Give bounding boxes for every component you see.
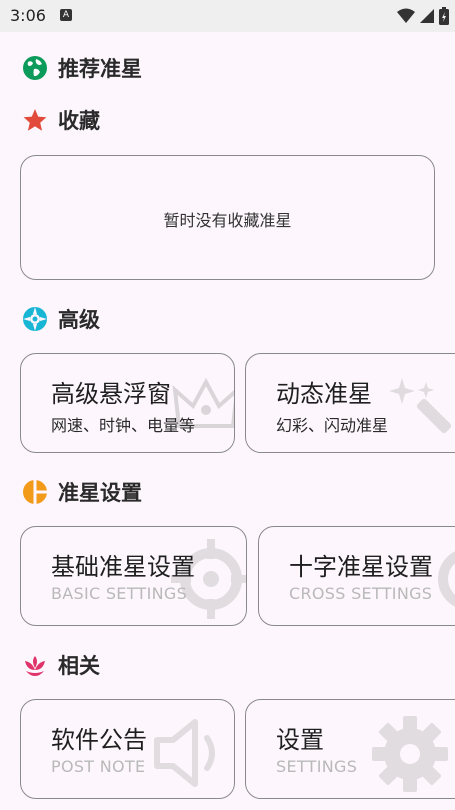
dynamic-crosshair-subtitle: 幻彩、闪动准星: [276, 416, 389, 435]
cross-settings-title: 十字准星设置: [289, 553, 433, 581]
floating-window-card[interactable]: 高级悬浮窗 网速、时钟、电量等: [20, 353, 235, 453]
section-related: 相关: [22, 650, 100, 680]
favorites-empty-text: 暂时没有收藏准星: [163, 211, 292, 230]
pie-chart-icon: [23, 480, 47, 504]
section-crosshair-settings: 准星设置: [22, 477, 142, 507]
wifi-icon: [397, 8, 415, 23]
speaker-icon: [154, 719, 215, 787]
section-recommended[interactable]: 推荐准星: [22, 53, 142, 83]
basic-settings-card[interactable]: 基础准星设置 BASIC SETTINGS: [20, 526, 247, 626]
floating-window-subtitle: 网速、时钟、电量等: [51, 416, 196, 435]
section-title-related: 相关: [58, 654, 100, 678]
cross-settings-card[interactable]: 十字准星设置 CROSS SETTINGS: [258, 526, 455, 626]
section-title-favorites: 收藏: [58, 109, 100, 133]
settings-title: 设置: [276, 726, 324, 754]
section-advanced: 高级: [22, 304, 100, 334]
section-title-advanced: 高级: [58, 308, 100, 332]
post-note-title: 软件公告: [51, 726, 147, 754]
section-favorites: 收藏: [22, 105, 100, 135]
section-title-recommended: 推荐准星: [58, 57, 142, 81]
dynamic-crosshair-title: 动态准星: [276, 380, 372, 408]
section-title-crosshair-settings: 准星设置: [58, 481, 142, 505]
notification-icon: A: [60, 9, 72, 21]
star-icon: [23, 109, 47, 131]
globe-icon: [23, 56, 47, 80]
status-time: 3:06: [10, 6, 46, 25]
battery-icon: [439, 7, 449, 25]
lotus-icon: [25, 656, 45, 676]
magic-wand-icon: [389, 378, 452, 434]
lifebuoy-icon: [23, 307, 47, 331]
signal-icon: [420, 9, 434, 23]
post-note-card[interactable]: 软件公告 POST NOTE: [20, 699, 235, 799]
basic-settings-title: 基础准星设置: [51, 553, 195, 581]
gear-icon: [372, 716, 448, 792]
settings-card[interactable]: 设置 SETTINGS: [245, 699, 455, 799]
dynamic-crosshair-card[interactable]: 动态准星 幻彩、闪动准星: [245, 353, 455, 453]
cross-settings-subtitle: CROSS SETTINGS: [289, 584, 433, 603]
status-bar: 3:06 A: [0, 0, 455, 32]
post-note-subtitle: POST NOTE: [51, 757, 146, 776]
floating-window-title: 高级悬浮窗: [51, 380, 171, 408]
settings-subtitle: SETTINGS: [276, 757, 358, 776]
basic-settings-subtitle: BASIC SETTINGS: [51, 584, 188, 603]
favorites-empty-card: 暂时没有收藏准星: [20, 155, 435, 280]
